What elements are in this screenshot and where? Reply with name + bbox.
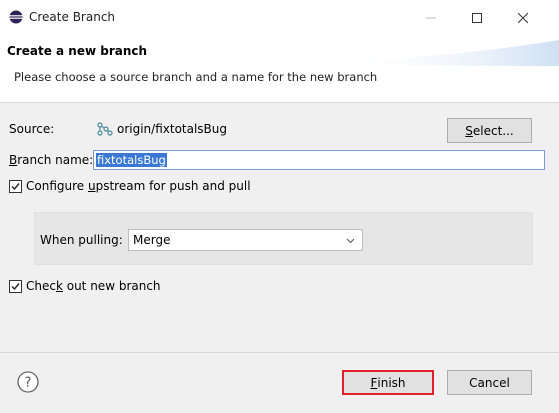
configure-upstream-checkbox[interactable]: [9, 180, 22, 193]
checkmark-icon: [11, 283, 20, 291]
configure-upstream-text-pre: Configure: [26, 179, 88, 193]
remote-branch-icon: [97, 122, 113, 136]
checkout-text-post: out new branch: [62, 279, 161, 293]
when-pulling-label: When pulling:: [40, 233, 123, 247]
maximize-icon: [472, 13, 482, 23]
svg-text:?: ?: [25, 376, 32, 391]
footer-separator: [0, 352, 559, 353]
help-icon[interactable]: ?: [17, 371, 39, 393]
maximize-button[interactable]: [454, 0, 500, 36]
configure-upstream-mnemonic: u: [87, 179, 96, 193]
dialog-header: Create a new branch Please choose a sour…: [0, 36, 559, 102]
header-separator: [0, 102, 559, 103]
branch-name-mnemonic: B: [9, 153, 18, 167]
window-title: Create Branch: [29, 10, 116, 24]
chevron-down-icon: [346, 238, 355, 244]
source-value: origin/fixtotalsBug: [117, 122, 228, 136]
configure-upstream-label[interactable]: Configure upstream for push and pull: [26, 179, 251, 193]
cancel-label: Cancel: [469, 375, 510, 390]
cancel-button[interactable]: Cancel: [447, 370, 532, 395]
branch-name-input[interactable]: fixtotalsBug: [93, 150, 545, 170]
checkmark-icon: [11, 183, 20, 191]
when-pulling-select[interactable]: Merge: [128, 229, 363, 251]
checkout-text-pre: Chec: [26, 279, 56, 293]
finish-button[interactable]: Finish: [342, 370, 434, 395]
checkout-branch-label[interactable]: Check out new branch: [26, 279, 161, 293]
checkout-mnemonic: k: [55, 279, 63, 293]
header-description: Please choose a source branch and a name…: [14, 70, 378, 84]
select-button-label: elect...: [472, 123, 514, 138]
minimize-icon: [426, 17, 436, 19]
configure-upstream-text-post: pstream for push and pull: [95, 179, 251, 193]
select-button[interactable]: Select...: [447, 118, 532, 143]
title-bar: Create Branch: [0, 0, 559, 36]
header-title: Create a new branch: [7, 44, 148, 58]
branch-name-label: Branch name:: [9, 153, 93, 167]
checkout-branch-checkbox[interactable]: [9, 280, 22, 293]
when-pulling-value: Merge: [133, 233, 171, 247]
branch-name-label-text: ranch name:: [17, 153, 94, 167]
select-button-mnemonic: S: [465, 123, 473, 138]
eclipse-icon: [9, 10, 23, 24]
finish-label: inish: [377, 375, 406, 390]
close-icon: [518, 13, 528, 23]
minimize-button[interactable]: [408, 0, 454, 36]
finish-mnemonic: F: [370, 375, 378, 390]
close-button[interactable]: [500, 0, 546, 36]
source-label: Source:: [9, 122, 55, 136]
branch-name-value: fixtotalsBug: [96, 153, 167, 167]
